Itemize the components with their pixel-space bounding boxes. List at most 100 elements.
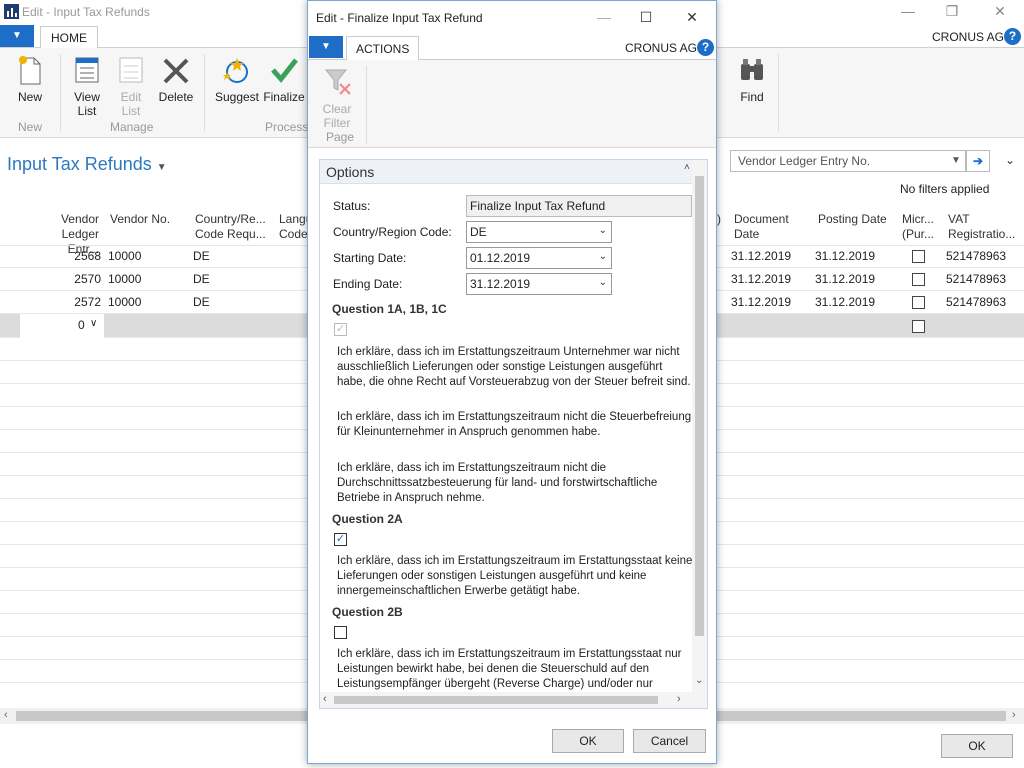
edit-list-button[interactable]: Edit List: [110, 48, 152, 118]
dialog-menu-button[interactable]: ▼: [309, 36, 343, 58]
filter-status: No filters applied: [900, 182, 990, 196]
dialog-horizontal-scrollbar[interactable]: ‹ ›: [320, 692, 707, 708]
col-posting-date[interactable]: Posting Date: [818, 212, 887, 227]
question-2b-text: Ich erkläre, dass ich im Erstattungszeit…: [337, 648, 682, 690]
new-row-entry-cell[interactable]: 0 ∨: [20, 314, 104, 338]
question-2a-text: Ich erkläre, dass ich im Erstattungszeit…: [337, 555, 693, 597]
clear-filter-button[interactable]: Clear Filter: [316, 60, 358, 130]
micro-checkbox[interactable]: [912, 296, 925, 309]
collapse-icon[interactable]: ˄: [684, 162, 690, 173]
binoculars-icon: [741, 59, 763, 80]
dialog-company-name: CRONUS AG: [625, 41, 698, 55]
suggest-icon: [223, 58, 248, 83]
group-label-process: Process: [265, 120, 309, 134]
collapse-chevron-icon[interactable]: ⌄: [1005, 153, 1015, 167]
clear-filter-label-2: Filter: [323, 116, 351, 130]
close-icon[interactable]: ✕: [990, 2, 1010, 22]
group-separator: [778, 54, 779, 132]
chevron-down-icon: ∨: [90, 318, 98, 329]
help-icon[interactable]: ?: [1004, 28, 1021, 45]
question-1-checkbox: ✓: [334, 323, 347, 336]
window-title: Edit - Input Tax Refunds: [22, 5, 150, 19]
question-2b-checkbox[interactable]: [334, 626, 347, 639]
col-micro[interactable]: Micr... (Pur...: [902, 212, 934, 242]
status-field: Finalize Input Tax Refund: [466, 195, 692, 217]
new-button[interactable]: New: [10, 48, 50, 104]
scroll-right-icon[interactable]: ›: [677, 693, 681, 705]
view-list-label-2: List: [77, 104, 97, 118]
question-2b-heading: Question 2B: [332, 605, 403, 619]
cancel-button[interactable]: Cancel: [633, 729, 706, 753]
suggest-button[interactable]: Suggest: [212, 48, 262, 104]
restore-icon[interactable]: ❐: [942, 2, 962, 22]
options-panel: Options ˄ Status: Finalize Input Tax Ref…: [319, 159, 708, 709]
maximize-icon[interactable]: ☐: [634, 7, 658, 27]
search-field[interactable]: Vendor Ledger Entry No. ▼: [730, 150, 966, 172]
group-separator: [60, 54, 61, 132]
options-header[interactable]: Options ˄: [320, 160, 692, 184]
company-name: CRONUS AG: [932, 30, 1005, 44]
dialog-ribbon-tabs: ▼ ACTIONS CRONUS AG ?: [308, 35, 716, 61]
edit-list-label-1: Edit: [120, 90, 142, 104]
dialog-ribbon: Clear Filter Page: [308, 60, 716, 148]
country-region-select[interactable]: DE ⌄: [466, 221, 612, 243]
ok-button[interactable]: OK: [552, 729, 624, 753]
vertical-scrollbar-thumb[interactable]: [695, 176, 704, 636]
edit-list-icon: [119, 57, 143, 83]
view-list-icon: [75, 57, 99, 83]
col-vendor-no[interactable]: Vendor No.: [110, 212, 170, 227]
question-1-text-1: Ich erkläre, dass ich im Erstattungszeit…: [337, 346, 691, 388]
app-menu-button[interactable]: ▼: [0, 25, 34, 47]
dialog-hscroll-thumb[interactable]: [334, 696, 658, 704]
group-label-manage: Manage: [110, 120, 154, 134]
minimize-icon[interactable]: —: [592, 7, 616, 27]
tab-home[interactable]: HOME: [40, 26, 98, 49]
finalize-button[interactable]: Finalize: [262, 48, 306, 104]
group-separator: [366, 66, 367, 144]
question-1-heading: Question 1A, 1B, 1C: [332, 302, 447, 316]
col-document-date[interactable]: Document Date: [734, 212, 789, 242]
close-icon[interactable]: ✕: [680, 7, 704, 27]
ending-date-field[interactable]: 31.12.2019 ⌄: [466, 273, 612, 295]
scroll-left-icon[interactable]: ‹: [4, 709, 8, 721]
col-paren: ): [717, 212, 721, 226]
scroll-right-icon[interactable]: ›: [1012, 709, 1016, 721]
micro-checkbox[interactable]: [912, 273, 925, 286]
dialog-title: Edit - Finalize Input Tax Refund: [316, 11, 483, 25]
view-list-label-1: View: [74, 90, 100, 104]
delete-button[interactable]: Delete: [154, 48, 198, 104]
chevron-down-icon: ⌄: [598, 251, 607, 262]
edit-list-label-2: List: [121, 104, 141, 118]
tab-actions[interactable]: ACTIONS: [346, 36, 420, 61]
find-button[interactable]: Find: [730, 48, 774, 104]
chevron-down-icon: ⌄: [598, 277, 607, 288]
micro-checkbox[interactable]: [912, 320, 925, 333]
question-2a-checkbox[interactable]: ✓: [334, 533, 347, 546]
scroll-down-icon[interactable]: ⌄: [695, 675, 703, 686]
question-2a-heading: Question 2A: [332, 512, 403, 526]
clear-filter-label-1: Clear: [322, 102, 352, 116]
col-country[interactable]: Country/Re... Code Requ...: [195, 212, 266, 242]
main-ok-button[interactable]: OK: [941, 734, 1013, 758]
chevron-down-icon: ▼: [156, 162, 167, 173]
delete-icon: [163, 58, 189, 84]
checkmark-icon: [271, 58, 298, 83]
help-icon[interactable]: ?: [697, 39, 714, 56]
vertical-scrollbar[interactable]: ⌄: [692, 160, 707, 692]
page-title[interactable]: Input Tax Refunds ▼: [7, 154, 167, 175]
scroll-left-icon[interactable]: ‹: [323, 693, 327, 705]
search-go-button[interactable]: ➔: [966, 150, 990, 172]
group-label-page: Page: [326, 130, 355, 144]
view-list-button[interactable]: View List: [66, 48, 108, 118]
question-1-text-2: Ich erkläre, dass ich im Erstattungszeit…: [337, 411, 692, 438]
group-label-new: New: [18, 120, 43, 134]
chevron-down-icon: ⌄: [598, 225, 607, 236]
finalize-dialog: Edit - Finalize Input Tax Refund — ☐ ✕ ▼…: [307, 0, 717, 764]
question-1-text-3: Ich erkläre, dass ich im Erstattungszeit…: [337, 462, 658, 504]
clear-filter-icon: [324, 69, 351, 95]
starting-date-field[interactable]: 01.12.2019 ⌄: [466, 247, 612, 269]
chevron-down-icon: ▼: [951, 155, 961, 166]
micro-checkbox[interactable]: [912, 250, 925, 263]
minimize-icon[interactable]: —: [898, 2, 918, 22]
col-vat[interactable]: VAT Registratio...: [948, 212, 1015, 242]
